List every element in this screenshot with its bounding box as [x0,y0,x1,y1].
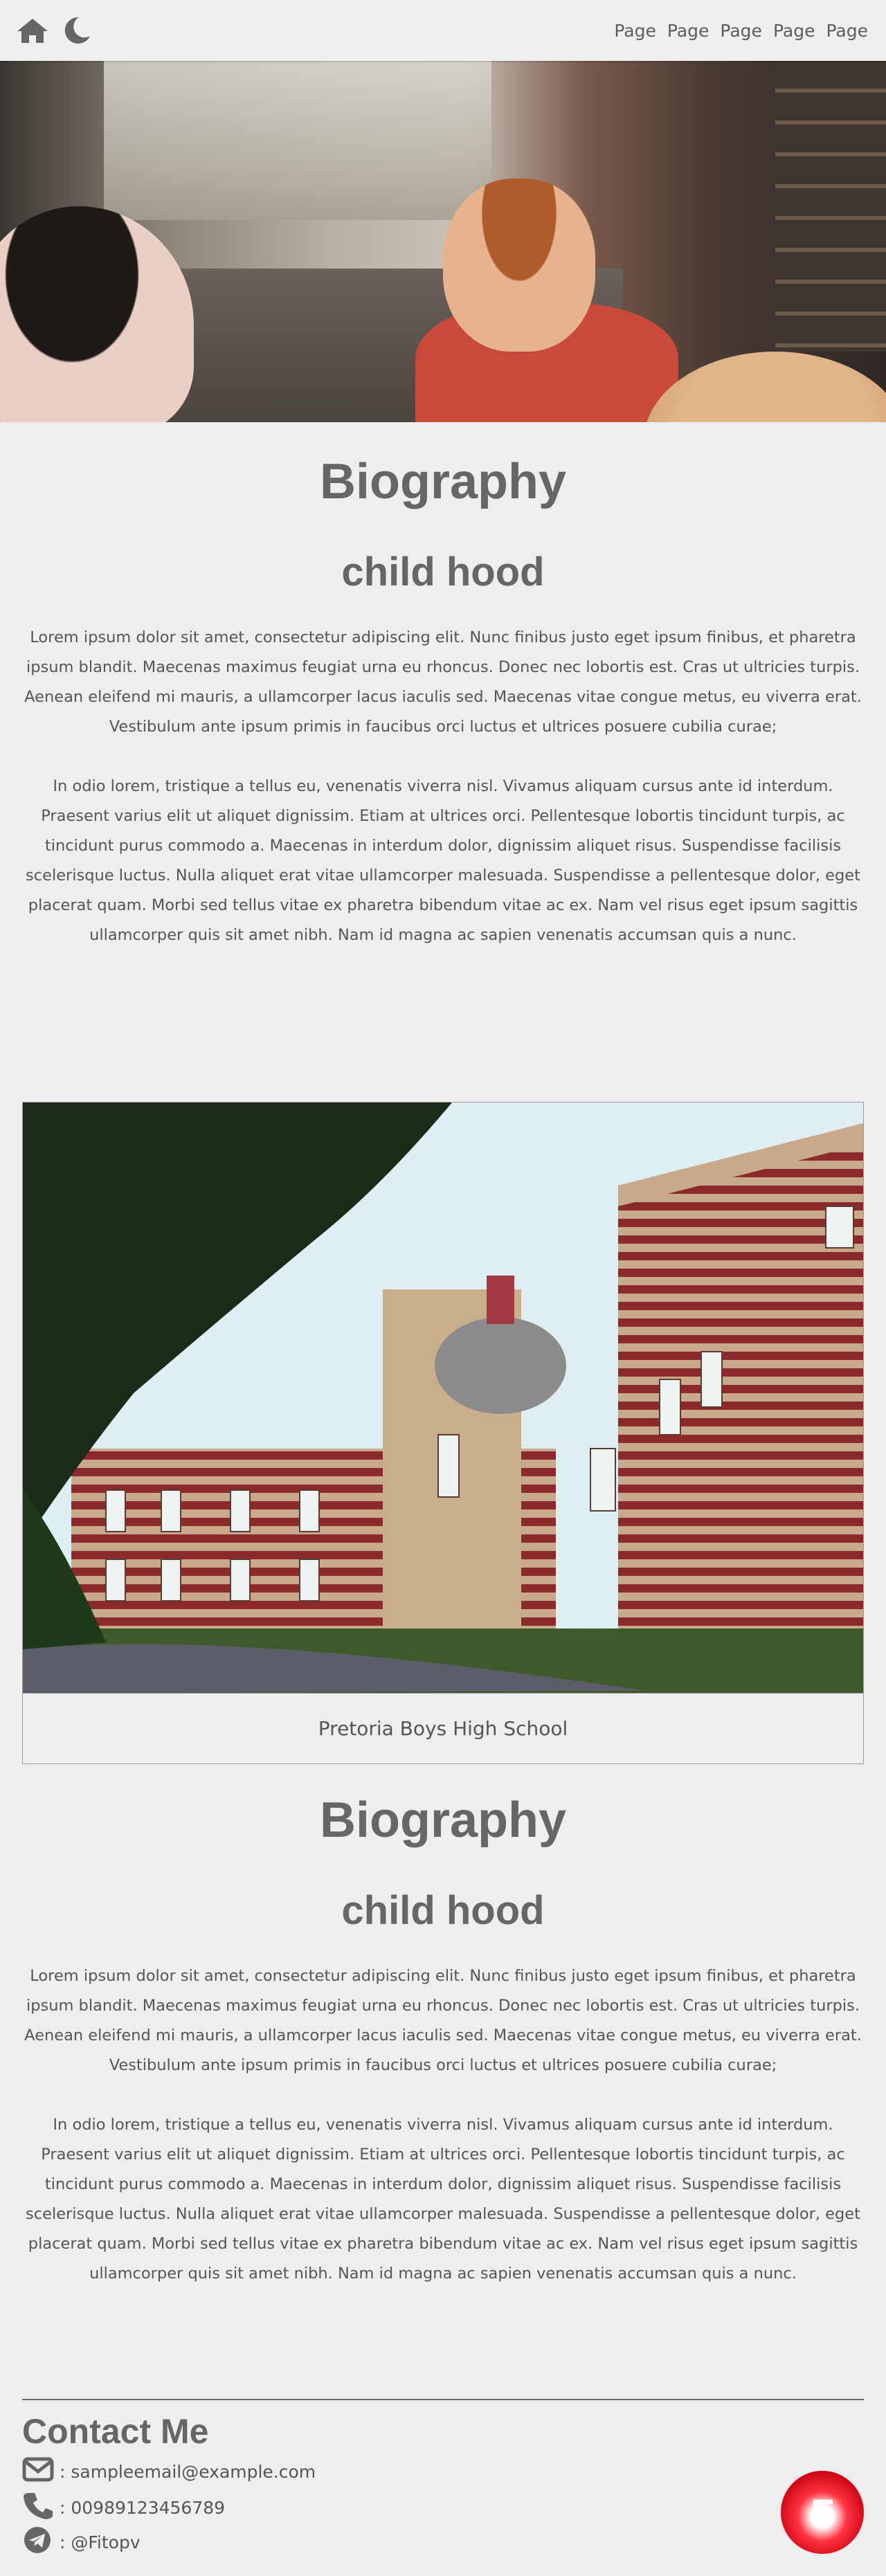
moon-icon[interactable] [60,15,91,46]
school-figure: Pretoria Boys High School [22,1102,864,1764]
contact-telegram[interactable]: : @Fitopv [60,2532,141,2552]
hero-shelf [104,61,491,220]
figure-caption: Pretoria Boys High School [23,1693,863,1763]
nav-icons [15,15,91,46]
contact-phone[interactable]: : 00989123456789 [60,2498,225,2518]
hero-boy-head [443,179,595,352]
biography-section-2: Biography child hood Lorem ipsum dolor s… [0,1795,886,2289]
logo-letter: F [810,2490,835,2534]
section-title: Biography [319,454,567,509]
logo-badge[interactable]: F [781,2471,864,2554]
envelope-icon [22,2457,54,2486]
hero-shelves [775,61,886,352]
phone-icon [22,2492,54,2523]
nav-links: Page Page Page Page Page [614,21,868,41]
hero-image [0,61,886,422]
paragraph: Lorem ipsum dolor sit amet, consectetur … [24,1967,862,2074]
hero-child-right [644,352,886,422]
nav-link-page-2[interactable]: Page [667,21,709,41]
nav-link-page-5[interactable]: Page [826,21,868,41]
footer-divider [22,2399,864,2400]
section-subtitle: child hood [341,1888,545,1933]
contact-email[interactable]: : sampleemail@example.com [60,2462,316,2482]
paragraph: Lorem ipsum dolor sit amet, consectetur … [24,628,862,736]
contact-title: Contact Me [22,2412,209,2451]
school-illustration [23,1103,863,1693]
hero-child-left [0,206,194,422]
contact-telegram-row[interactable]: : @Fitopv [22,2526,141,2558]
biography-section-1: Biography child hood Lorem ipsum dolor s… [0,457,886,950]
paragraph: In odio lorem, tristique a tellus eu, ve… [26,777,860,944]
school-photo [23,1103,863,1693]
section-title: Biography [319,1793,567,1848]
nav-link-page-3[interactable]: Page [720,21,762,41]
top-navbar: Page Page Page Page Page [0,0,886,61]
contact-phone-row[interactable]: : 00989123456789 [22,2492,225,2523]
nav-link-page-1[interactable]: Page [614,21,656,41]
telegram-icon [22,2526,54,2558]
section-subtitle: child hood [341,550,545,595]
home-icon[interactable] [15,17,50,44]
nav-link-page-4[interactable]: Page [773,21,815,41]
paragraph: In odio lorem, tristique a tellus eu, ve… [26,2116,860,2283]
contact-email-row[interactable]: : sampleemail@example.com [22,2457,316,2486]
